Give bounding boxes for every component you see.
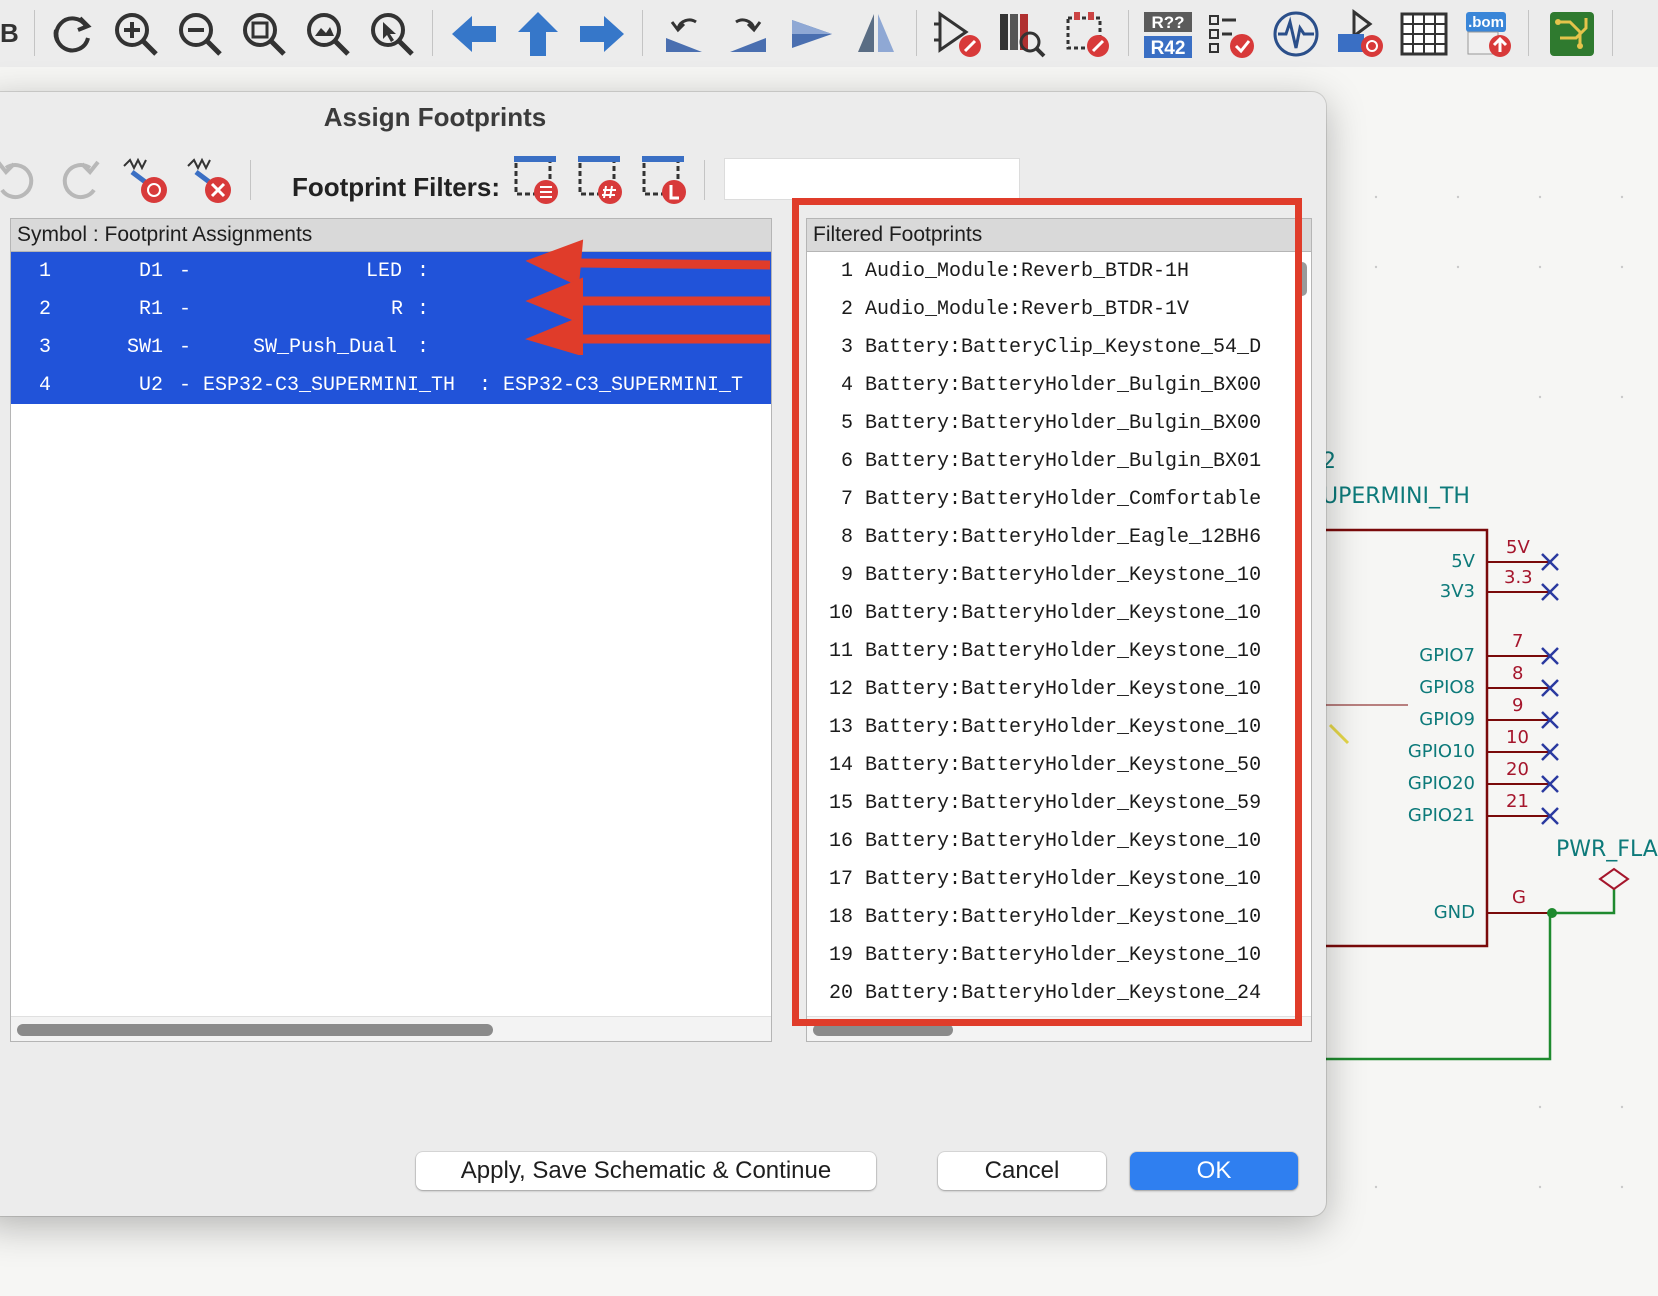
row-dash: - [179,336,192,359]
annotate-icon[interactable]: R?? R42 [1142,8,1194,60]
assignments-horizontal-scrollbar[interactable] [11,1016,771,1041]
filter-by-keywords-icon[interactable] [510,154,562,206]
row-dash: - [179,298,192,321]
toolbar-separator [916,10,917,56]
symbol-value: UPERMINI_TH [1322,484,1470,509]
scrollbar-thumb[interactable] [17,1024,493,1036]
mirror-horizontal-icon[interactable] [786,8,838,60]
undo-icon[interactable] [0,154,42,206]
symbol-editor-icon[interactable] [932,8,984,60]
annotation-arrows [524,239,770,355]
pin-number: 8 [1512,663,1524,684]
pin-number: 10 [1506,727,1529,748]
pin-name: 3V3 [1439,581,1475,602]
toolbar-separator [1128,10,1129,56]
footprint-filter-input[interactable] [724,158,1020,200]
row-value: R [391,298,404,321]
row-ref: U2 [139,374,164,397]
pin-number: 5V [1506,537,1530,558]
zoom-objects-icon[interactable] [302,8,354,60]
row-colon: : [417,298,430,321]
zoom-fit-icon[interactable] [238,8,290,60]
erc-icon[interactable] [1206,8,1258,60]
filter-by-pin-count-icon[interactable] [574,154,626,206]
assign-footprints-icon[interactable] [1334,8,1386,60]
annotate-label-top: R?? [1151,13,1184,32]
row-ref: R1 [139,298,164,321]
pin-number: 20 [1506,759,1529,780]
row-colon: : [479,374,492,397]
row-ref: SW1 [127,336,164,359]
dialog-toolbar-separator [704,160,705,200]
pin-name: 5V [1451,551,1475,572]
arrow-left-icon[interactable] [448,8,500,60]
annotate-label-bottom: R42 [1151,38,1186,59]
library-browser-icon[interactable] [996,8,1048,60]
row-value: SW_Push_Dual [253,336,398,359]
associate-footprint-icon[interactable] [120,154,172,206]
row-dash: - [179,260,192,283]
row-index: 4 [39,374,52,397]
filter-by-library-icon[interactable] [638,154,690,206]
pin-number: 21 [1506,791,1529,812]
footprint-filters-label: Footprint Filters: [292,172,500,202]
toolbar-separator [432,10,433,56]
apply-save-continue-button[interactable]: Apply, Save Schematic & Continue [416,1152,876,1190]
refresh-icon[interactable] [46,8,98,60]
pin-number: 3.3 [1504,567,1533,588]
pin-name: GPIO9 [1419,709,1475,730]
zoom-in-icon[interactable] [110,8,162,60]
row-index: 1 [39,260,52,283]
pcb-editor-icon[interactable] [1546,8,1598,60]
row-dash: - [179,374,192,397]
pin-name: GPIO8 [1419,677,1475,698]
bom-icon[interactable]: .bom [1462,8,1514,60]
annotation-highlight-box [792,198,1302,1026]
pin-name: GPIO20 [1407,773,1475,794]
row-colon: : [417,336,430,359]
pin-number: 9 [1512,695,1524,716]
dialog-title: Assign Footprints [323,102,547,132]
row-value: ESP32-C3_SUPERMINI_TH [203,374,456,397]
pin-name: GPIO10 [1407,741,1475,762]
toolbar-edge-glyph: B [0,18,19,48]
toolbar-separator [1528,10,1529,56]
pin-number: G [1512,887,1526,908]
arrow-right-icon[interactable] [576,8,628,60]
delete-association-icon[interactable] [184,154,236,206]
assignment-row[interactable]: 4 U2 - ESP32-C3_SUPERMINI_TH : ESP32-C3_… [11,366,771,404]
row-index: 3 [39,336,52,359]
pin-name: GPIO7 [1419,645,1475,666]
pwr-flag-label: PWR_FLA [1556,837,1658,862]
footprint-editor-icon[interactable] [1060,8,1112,60]
row-ref: D1 [139,260,164,283]
zoom-selection-icon[interactable] [366,8,418,60]
fields-table-icon[interactable] [1398,8,1450,60]
arrow-up-icon[interactable] [512,8,564,60]
row-colon: : [417,260,430,283]
dialog-toolbar-separator [250,160,251,200]
toolbar-separator [642,10,643,56]
row-value: LED [366,260,403,283]
mirror-vertical-icon[interactable] [850,8,902,60]
cancel-button[interactable]: Cancel [938,1152,1106,1190]
ok-button[interactable]: OK [1130,1152,1298,1190]
rotate-cw-icon[interactable] [722,8,774,60]
toolbar-separator [1612,10,1613,56]
rotate-ccw-icon[interactable] [658,8,710,60]
toolbar-separator [34,10,35,56]
redo-icon[interactable] [54,154,106,206]
zoom-out-icon[interactable] [174,8,226,60]
pin-name: GPIO21 [1407,805,1475,826]
pin-name: GND [1433,902,1475,923]
simulator-icon[interactable] [1270,8,1322,60]
main-toolbar: B R?? R42 .bom [0,0,1658,68]
row-footprint: ESP32-C3_SUPERMINI_T [503,374,744,397]
bom-label: .bom [1468,14,1504,31]
pin-number: 7 [1512,631,1524,652]
row-index: 2 [39,298,52,321]
